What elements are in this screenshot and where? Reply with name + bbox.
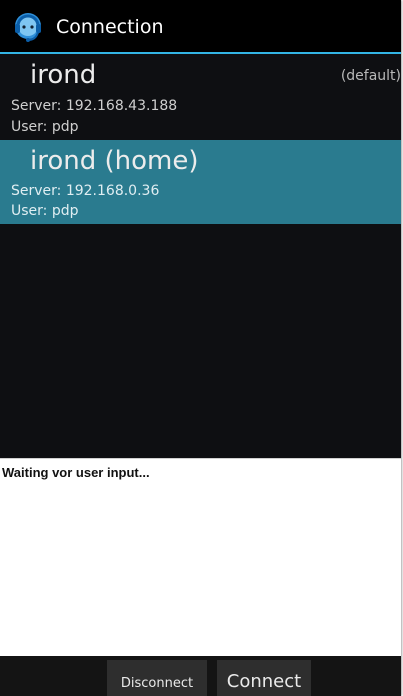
connect-button[interactable]: Connect <box>217 660 311 696</box>
default-badge: (default) <box>340 68 401 84</box>
page-title: Connection <box>56 16 164 38</box>
connection-name: irond <box>30 60 97 90</box>
connection-user: User: pdp <box>11 119 79 135</box>
connection-server: Server: 192.168.0.36 <box>11 183 160 199</box>
connection-list: irond (default) Server: 192.168.43.188 U… <box>0 54 401 458</box>
connection-item-irond[interactable]: irond (default) Server: 192.168.43.188 U… <box>0 54 401 140</box>
app-screen: Connection irond (default) Server: 192.1… <box>0 0 401 696</box>
connection-server: Server: 192.168.43.188 <box>11 98 178 114</box>
headset-app-icon[interactable] <box>10 10 46 46</box>
connection-name: irond (home) <box>30 146 199 176</box>
connection-item-irond-home[interactable]: irond (home) Server: 192.168.0.36 User: … <box>0 140 401 224</box>
status-log-text: Waiting vor user input... <box>2 465 150 480</box>
status-log: Waiting vor user input... <box>0 458 401 657</box>
disconnect-button[interactable]: Disconnect <box>107 660 207 696</box>
connection-user: User: pdp <box>11 203 79 219</box>
button-bar: Disconnect Connect <box>0 656 401 696</box>
action-bar: Connection <box>0 0 401 54</box>
